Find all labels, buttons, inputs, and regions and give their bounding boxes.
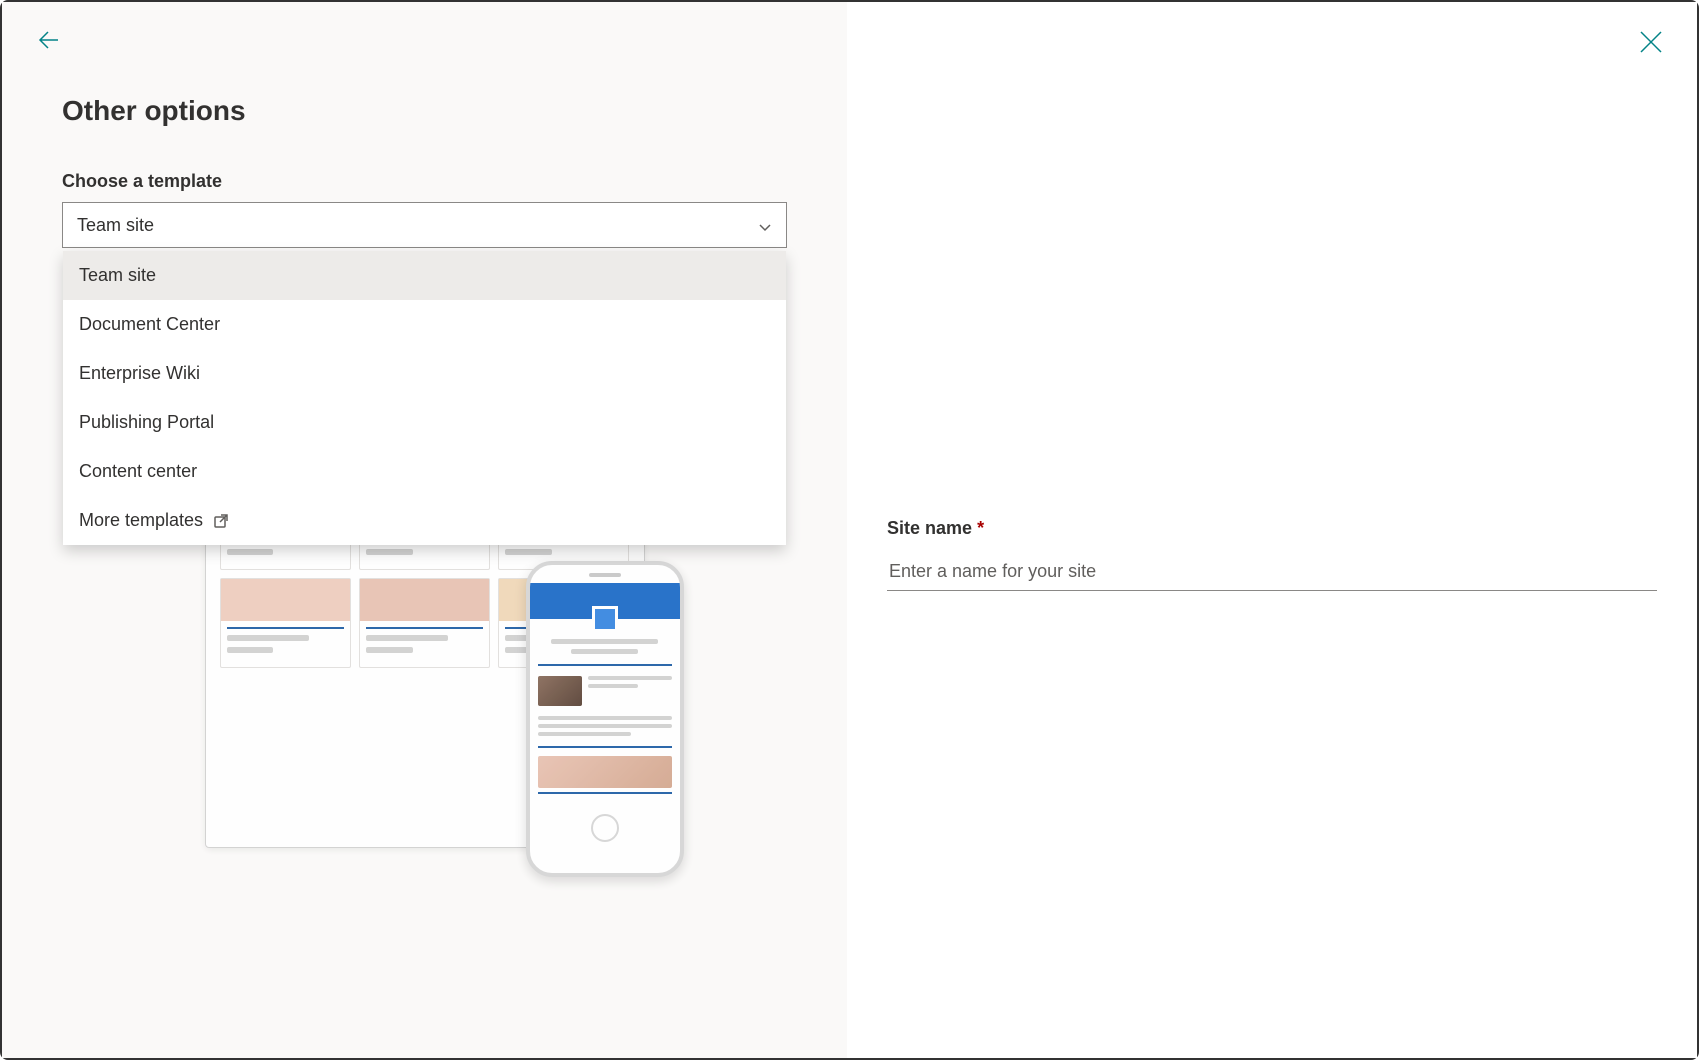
preview-home-button-icon (591, 814, 619, 842)
template-label: Choose a template (62, 171, 787, 192)
arrow-left-icon (36, 28, 60, 52)
external-link-icon (213, 513, 229, 529)
preview-card (220, 578, 351, 668)
dropdown-option-more-templates[interactable]: More templates (63, 496, 786, 545)
left-panel: Other options Choose a template Team sit… (2, 2, 847, 1058)
right-panel: Site name * (847, 2, 1697, 1058)
dropdown-selected-text: Team site (77, 215, 154, 236)
dropdown-option-content-center[interactable]: Content center (63, 447, 786, 496)
preview-mobile (526, 561, 684, 877)
close-button[interactable] (1637, 28, 1665, 61)
back-button[interactable] (36, 28, 60, 59)
preview-card (359, 578, 490, 668)
page-title: Other options (62, 95, 787, 127)
dropdown-option-document-center[interactable]: Document Center (63, 300, 786, 349)
dropdown-option-enterprise-wiki[interactable]: Enterprise Wiki (63, 349, 786, 398)
close-icon (1637, 28, 1665, 56)
required-indicator: * (977, 518, 984, 538)
template-dropdown[interactable]: Team site Team site Document Center Ente… (62, 202, 787, 248)
dropdown-option-publishing-portal[interactable]: Publishing Portal (63, 398, 786, 447)
site-name-label: Site name * (887, 518, 1657, 539)
preview-logo-icon (592, 606, 618, 632)
site-name-field-group: Site name * (887, 518, 1657, 591)
chevron-down-icon (758, 218, 772, 232)
dropdown-option-team-site[interactable]: Team site (63, 251, 786, 300)
dropdown-list: Team site Document Center Enterprise Wik… (63, 251, 786, 545)
dialog-container: Other options Choose a template Team sit… (2, 2, 1697, 1058)
site-name-input[interactable] (887, 553, 1657, 591)
